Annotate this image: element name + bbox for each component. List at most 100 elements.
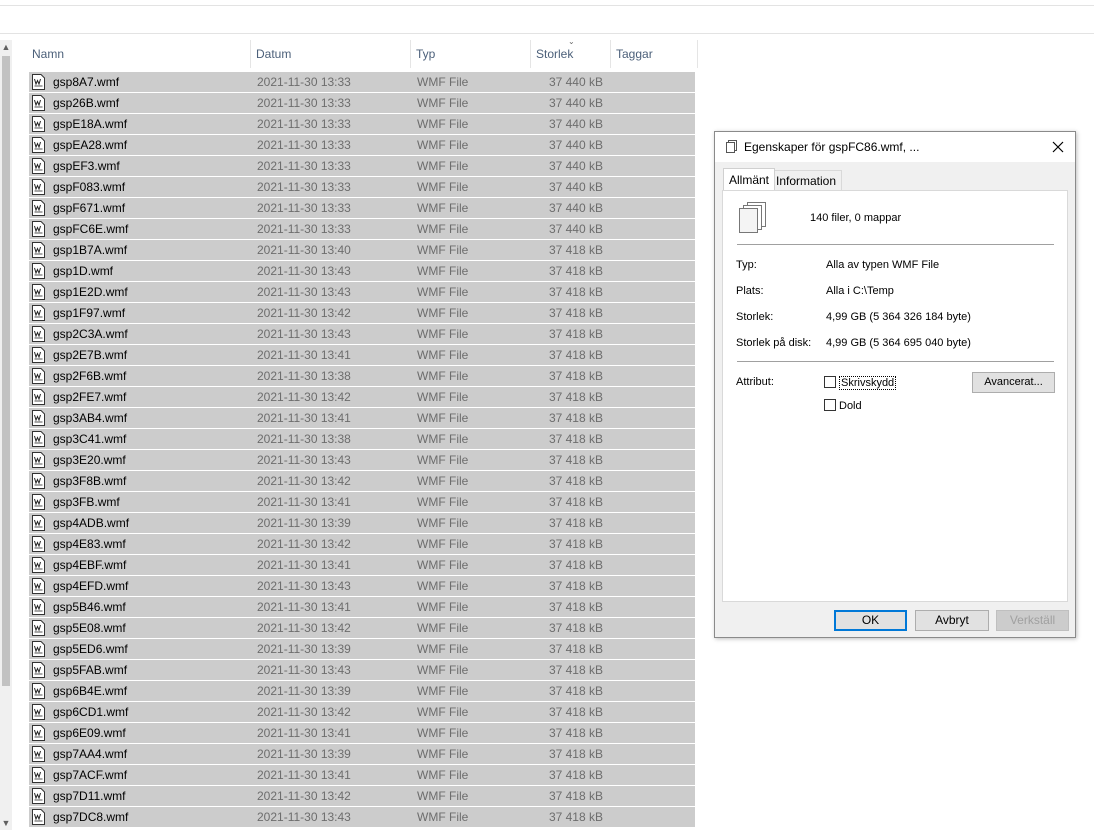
file-size: 37 418 kB: [548, 579, 603, 593]
file-type: WMF File: [417, 621, 469, 635]
readonly-label[interactable]: Skrivskydd: [839, 376, 897, 390]
file-row[interactable]: gspE18A.wmf 2021-11-30 13:33 WMF File 37 44…: [29, 114, 695, 134]
ok-button[interactable]: OK: [834, 610, 907, 631]
file-row[interactable]: gspEA28.wmf 2021-11-30 13:33 WMF File 37 44…: [29, 135, 695, 155]
file-name: gsp6E09.wmf: [53, 726, 126, 740]
file-type: WMF File: [417, 747, 469, 761]
file-name: gsp7DC8.wmf: [53, 810, 129, 824]
file-row[interactable]: gsp1B7A.wmf 2021-11-30 13:40 WMF File 37 41…: [29, 240, 695, 260]
file-date: 2021-11-30 13:42: [257, 390, 351, 404]
file-row[interactable]: gsp2E7B.wmf 2021-11-30 13:41 WMF File 37 41…: [29, 345, 695, 365]
file-row[interactable]: gsp6E09.wmf 2021-11-30 13:41 WMF File 37 41…: [29, 723, 695, 743]
file-size: 37 418 kB: [548, 789, 603, 803]
column-header-size[interactable]: ⌄ Storlek: [531, 38, 611, 68]
size-label: Storlek:: [736, 311, 774, 323]
file-name: gsp4EFD.wmf: [53, 579, 129, 593]
file-type: WMF File: [417, 789, 469, 803]
column-header-tags[interactable]: Taggar: [611, 40, 698, 68]
file-row[interactable]: gsp1E2D.wmf 2021-11-30 13:43 WMF File 37 41…: [29, 282, 695, 302]
wmf-file-icon: [32, 284, 45, 300]
file-row[interactable]: gsp4E83.wmf 2021-11-30 13:42 WMF File 37 41…: [29, 534, 695, 554]
file-row[interactable]: gsp3E20.wmf 2021-11-30 13:43 WMF File 37 41…: [29, 450, 695, 470]
file-size: 37 418 kB: [548, 285, 603, 299]
file-row[interactable]: gsp26B.wmf 2021-11-30 13:33 WMF File 37 440…: [29, 93, 695, 113]
file-date: 2021-11-30 13:41: [257, 726, 351, 740]
file-row[interactable]: gspFC6E.wmf 2021-11-30 13:33 WMF File 37 44…: [29, 219, 695, 239]
file-size: 37 418 kB: [548, 726, 603, 740]
file-row[interactable]: gsp3AB4.wmf 2021-11-30 13:41 WMF File 37 41…: [29, 408, 695, 428]
scroll-down-arrow-icon[interactable]: ▼: [0, 816, 12, 830]
wmf-file-icon: [32, 431, 45, 447]
file-row[interactable]: gsp5E08.wmf 2021-11-30 13:42 WMF File 37 41…: [29, 618, 695, 638]
file-size: 37 418 kB: [548, 432, 603, 446]
file-row[interactable]: gsp1F97.wmf 2021-11-30 13:42 WMF File 37 41…: [29, 303, 695, 323]
file-row[interactable]: gsp4EFD.wmf 2021-11-30 13:43 WMF File 37 41…: [29, 576, 695, 596]
file-size: 37 440 kB: [548, 96, 603, 110]
file-date: 2021-11-30 13:33: [257, 96, 351, 110]
file-row[interactable]: gsp5FAB.wmf 2021-11-30 13:43 WMF File 37 41…: [29, 660, 695, 680]
file-row[interactable]: gsp2C3A.wmf 2021-11-30 13:43 WMF File 37 41…: [29, 324, 695, 344]
file-row[interactable]: gsp6B4E.wmf 2021-11-30 13:39 WMF File 37 41…: [29, 681, 695, 701]
column-header-date[interactable]: Datum: [251, 40, 411, 68]
file-type: WMF File: [417, 306, 469, 320]
file-date: 2021-11-30 13:33: [257, 138, 351, 152]
file-row[interactable]: gsp5B46.wmf 2021-11-30 13:41 WMF File 37 41…: [29, 597, 695, 617]
file-row[interactable]: gsp7AA4.wmf 2021-11-30 13:39 WMF File 37 41…: [29, 744, 695, 764]
file-row[interactable]: gsp7ACF.wmf 2021-11-30 13:41 WMF File 37 41…: [29, 765, 695, 785]
file-name: gsp5B46.wmf: [53, 600, 126, 614]
wmf-file-icon: [32, 116, 45, 132]
file-type: WMF File: [417, 75, 469, 89]
file-row[interactable]: gsp2FE7.wmf 2021-11-30 13:42 WMF File 37 41…: [29, 387, 695, 407]
scroll-up-arrow-icon[interactable]: ▲: [0, 40, 12, 54]
column-header-type[interactable]: Typ: [411, 40, 531, 68]
wmf-file-icon: [32, 221, 45, 237]
file-size: 37 418 kB: [548, 537, 603, 551]
file-row[interactable]: gspF671.wmf 2021-11-30 13:33 WMF File 37 44…: [29, 198, 695, 218]
file-row[interactable]: gsp4EBF.wmf 2021-11-30 13:41 WMF File 37 41…: [29, 555, 695, 575]
wmf-file-icon: [32, 473, 45, 489]
file-date: 2021-11-30 13:33: [257, 201, 351, 215]
file-row[interactable]: gsp7D11.wmf 2021-11-30 13:42 WMF File 37 41…: [29, 786, 695, 806]
file-row[interactable]: gsp3C41.wmf 2021-11-30 13:38 WMF File 37 41…: [29, 429, 695, 449]
wmf-file-icon: [32, 536, 45, 552]
vertical-scrollbar[interactable]: ▲ ▼: [0, 40, 12, 830]
cancel-button[interactable]: Avbryt: [915, 610, 989, 631]
file-date: 2021-11-30 13:43: [257, 285, 351, 299]
file-date: 2021-11-30 13:41: [257, 495, 351, 509]
wmf-file-icon: [32, 767, 45, 783]
file-name: gsp3F8B.wmf: [53, 474, 127, 488]
file-name: gspEF3.wmf: [53, 159, 120, 173]
file-row[interactable]: gsp5ED6.wmf 2021-11-30 13:39 WMF File 37 41…: [29, 639, 695, 659]
file-name: gsp4E83.wmf: [53, 537, 126, 551]
file-size: 37 418 kB: [548, 621, 603, 635]
wmf-file-icon: [32, 641, 45, 657]
file-type: WMF File: [417, 810, 469, 824]
advanced-button[interactable]: Avancerat...: [972, 372, 1055, 393]
file-row[interactable]: gsp6CD1.wmf 2021-11-30 13:42 WMF File 37 41…: [29, 702, 695, 722]
close-icon[interactable]: [1049, 138, 1067, 156]
file-row[interactable]: gsp7DC8.wmf 2021-11-30 13:43 WMF File 37 41…: [29, 807, 695, 827]
file-row[interactable]: gsp3FB.wmf 2021-11-30 13:41 WMF File 37 418…: [29, 492, 695, 512]
dialog-title: Egenskaper för gspFC86.wmf, ...: [744, 140, 920, 154]
file-row[interactable]: gsp2F6B.wmf 2021-11-30 13:38 WMF File 37 41…: [29, 366, 695, 386]
file-type: WMF File: [417, 348, 469, 362]
column-header-size-label: Storlek: [536, 47, 574, 61]
file-row[interactable]: gspEF3.wmf 2021-11-30 13:33 WMF File 37 440…: [29, 156, 695, 176]
file-row[interactable]: gsp1D.wmf 2021-11-30 13:43 WMF File 37 418 …: [29, 261, 695, 281]
file-type: WMF File: [417, 474, 469, 488]
column-header-name[interactable]: Namn: [27, 40, 251, 68]
file-row[interactable]: gsp3F8B.wmf 2021-11-30 13:42 WMF File 37 41…: [29, 471, 695, 491]
file-name: gsp5FAB.wmf: [53, 663, 128, 677]
file-row[interactable]: gspF083.wmf 2021-11-30 13:33 WMF File 37 44…: [29, 177, 695, 197]
scrollbar-thumb[interactable]: [2, 56, 10, 686]
dialog-titlebar[interactable]: Egenskaper för gspFC86.wmf, ...: [715, 132, 1075, 162]
file-size: 37 418 kB: [548, 642, 603, 656]
file-row[interactable]: gsp8A7.wmf 2021-11-30 13:33 WMF File 37 440…: [29, 72, 695, 92]
hidden-label[interactable]: Dold: [839, 400, 862, 412]
tab-general[interactable]: Allmänt: [723, 168, 776, 190]
tab-information[interactable]: Information: [770, 170, 843, 190]
file-type: WMF File: [417, 411, 469, 425]
hidden-checkbox[interactable]: [824, 399, 836, 411]
readonly-checkbox[interactable]: [824, 376, 836, 388]
file-row[interactable]: gsp4ADB.wmf 2021-11-30 13:39 WMF File 37 41…: [29, 513, 695, 533]
